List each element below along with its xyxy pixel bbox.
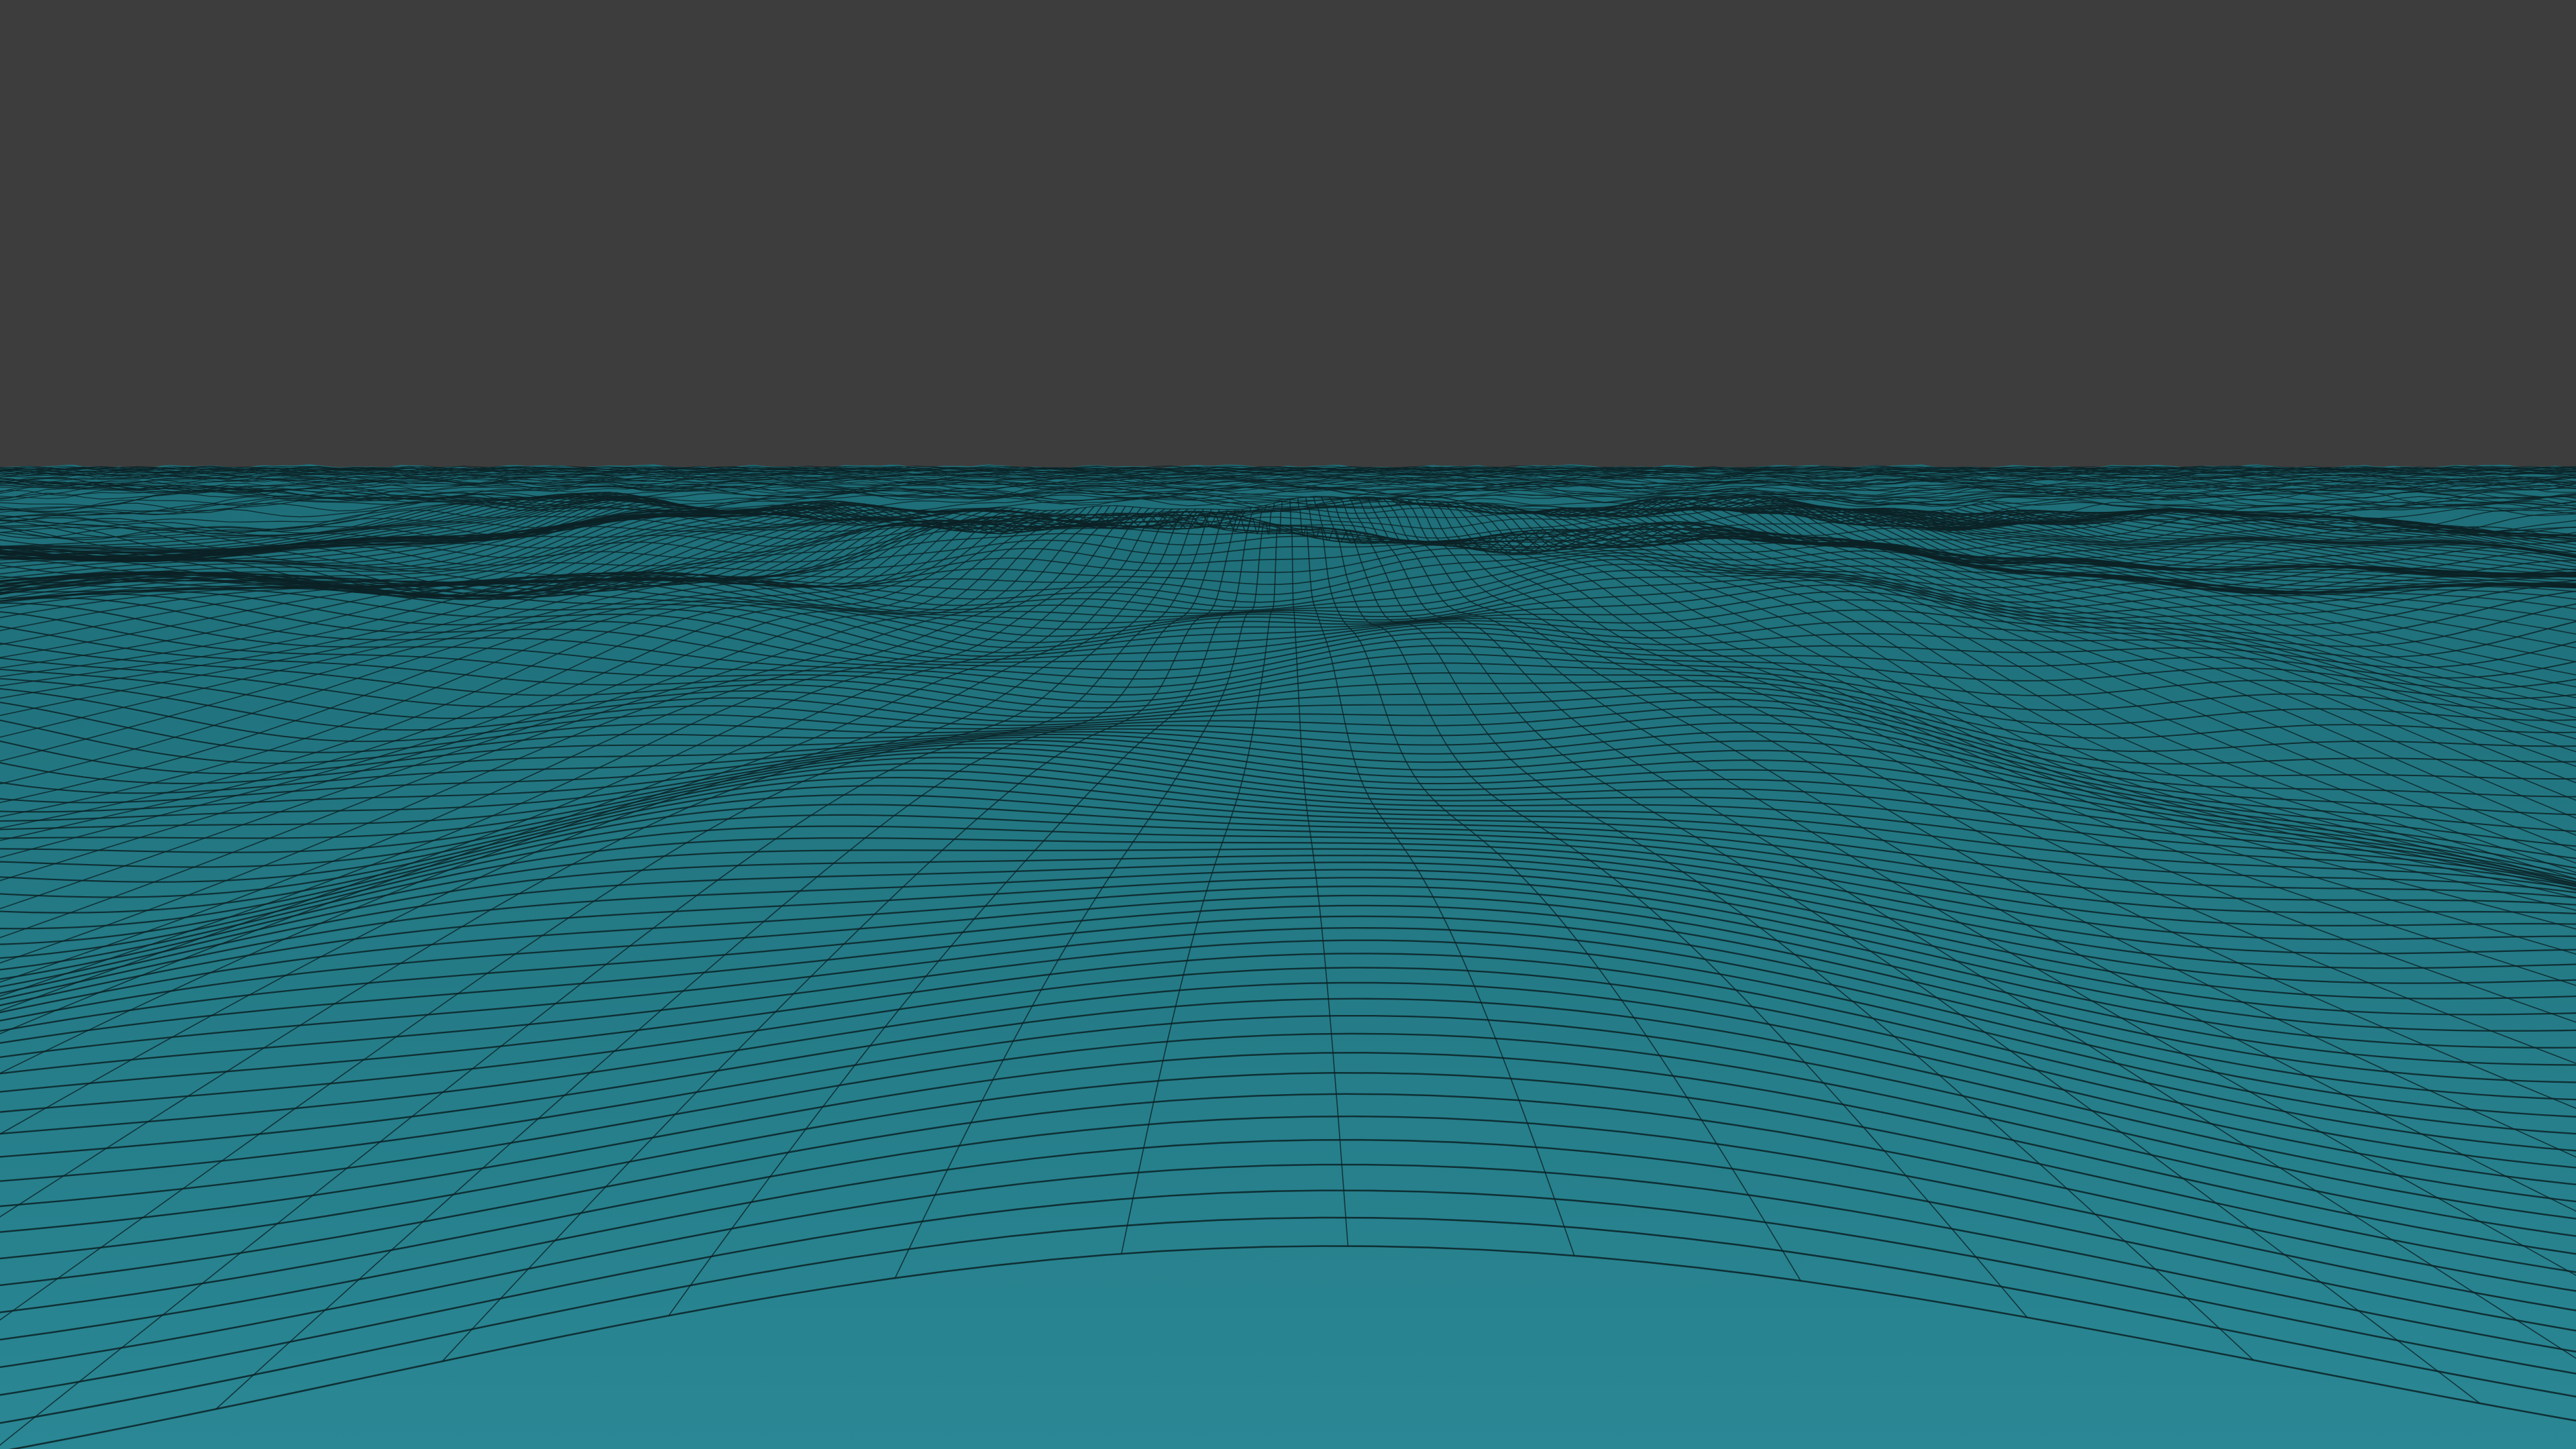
ocean-mesh[interactable] <box>0 0 2576 1449</box>
3d-viewport[interactable] <box>0 0 2576 1449</box>
